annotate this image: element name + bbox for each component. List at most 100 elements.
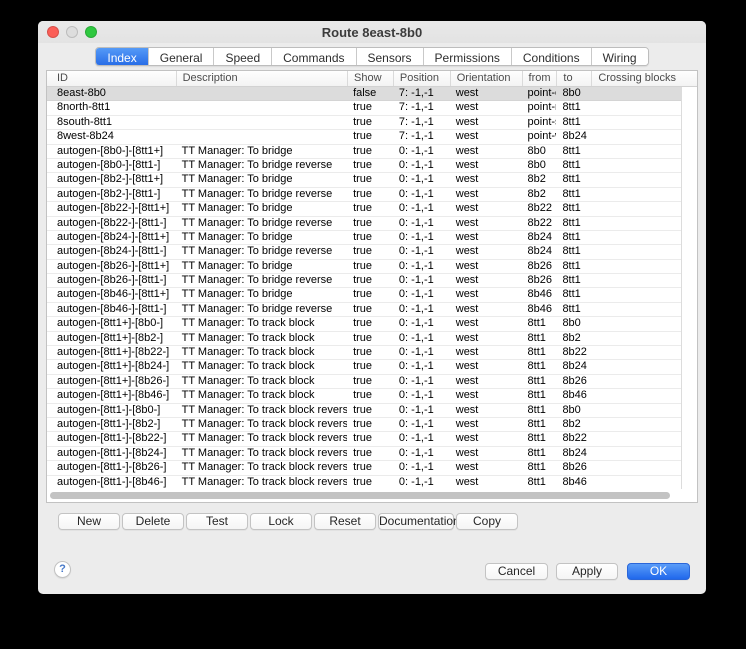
table-row[interactable]: 8north-8tt1true7: -1,-1westpoint-n8tt1 [47,101,697,115]
table-cell: true [347,476,393,489]
table-cell: 8tt1 [522,476,557,489]
table-cell: 0: -1,-1 [393,375,450,388]
table-row[interactable]: autogen-[8tt1+]-[8b22-]TT Manager: To tr… [47,346,697,360]
table-row[interactable]: autogen-[8b2-]-[8tt1-]TT Manager: To bri… [47,188,697,202]
table-row[interactable]: autogen-[8tt1-]-[8b0-]TT Manager: To tra… [47,404,697,418]
column-header-show[interactable]: Show [347,71,393,86]
table-cell: autogen-[8b24-]-[8tt1+] [47,231,176,244]
table-row[interactable]: autogen-[8b24-]-[8tt1+]TT Manager: To br… [47,231,697,245]
tab-conditions[interactable]: Conditions [511,48,591,66]
table-row[interactable]: 8west-8b24true7: -1,-1westpoint-w8b24 [47,130,697,144]
tab-wiring[interactable]: Wiring [591,48,648,66]
column-header-to[interactable]: to [556,71,591,86]
table-cell: west [450,202,522,215]
table-cell: west [450,288,522,301]
table-cell: autogen-[8b26-]-[8tt1+] [47,260,176,273]
table-row[interactable]: autogen-[8tt1-]-[8b2-]TT Manager: To tra… [47,418,697,432]
table-cell: 8b26 [522,274,557,287]
copy-button[interactable]: Copy [456,513,518,530]
table-cell: 8b0 [522,145,557,158]
tab-sensors[interactable]: Sensors [356,48,423,66]
table-cell: point-s [522,116,557,129]
table-row[interactable]: autogen-[8b0-]-[8tt1-]TT Manager: To bri… [47,159,697,173]
tab-permissions[interactable]: Permissions [423,48,511,66]
table-row[interactable]: autogen-[8tt1-]-[8b46-]TT Manager: To tr… [47,476,697,490]
table-cell: 8b24 [556,447,591,460]
table-cell: TT Manager: To bridge [176,288,347,301]
table-cell: autogen-[8tt1+]-[8b2-] [47,332,176,345]
table-row[interactable]: autogen-[8tt1-]-[8b26-]TT Manager: To tr… [47,461,697,475]
table-row[interactable]: autogen-[8b26-]-[8tt1-]TT Manager: To br… [47,274,697,288]
table-row[interactable]: 8east-8b0false7: -1,-1westpoint-e8b0 [47,87,697,101]
table-row[interactable]: autogen-[8tt1+]-[8b26-]TT Manager: To tr… [47,375,697,389]
table-row[interactable]: autogen-[8tt1+]-[8b2-]TT Manager: To tra… [47,332,697,346]
column-header-from[interactable]: from [522,71,557,86]
new-button[interactable]: New [58,513,120,530]
table-cell: 0: -1,-1 [393,231,450,244]
table-cell: autogen-[8b22-]-[8tt1-] [47,217,176,230]
table-cell: autogen-[8tt1-]-[8b0-] [47,404,176,417]
table-cell: 7: -1,-1 [393,130,450,143]
tab-speed[interactable]: Speed [213,48,271,66]
table-cell: TT Manager: To track block reverse [176,418,347,431]
table-cell: west [450,461,522,474]
horizontal-scrollbar-thumb[interactable] [50,492,670,499]
tab-general[interactable]: General [148,48,214,66]
column-header-id[interactable]: ID [47,71,176,86]
table-row[interactable]: autogen-[8b26-]-[8tt1+]TT Manager: To br… [47,260,697,274]
lock-button[interactable]: Lock [250,513,312,530]
apply-button[interactable]: Apply [556,563,618,580]
column-header-position[interactable]: Position [393,71,450,86]
table-cell: west [450,274,522,287]
ok-button[interactable]: OK [627,563,690,580]
table-cell: west [450,303,522,316]
table-row[interactable]: autogen-[8b24-]-[8tt1-]TT Manager: To br… [47,245,697,259]
table-cell: west [450,332,522,345]
cancel-button[interactable]: Cancel [485,563,548,580]
tab-commands[interactable]: Commands [271,48,355,66]
table-cell: true [347,404,393,417]
table-cell: 8tt1 [522,404,557,417]
tab-group: IndexGeneralSpeedCommandsSensorsPermissi… [95,47,648,66]
test-button[interactable]: Test [186,513,248,530]
vertical-scrollbar-track[interactable] [681,87,697,489]
table-row[interactable]: autogen-[8b46-]-[8tt1+]TT Manager: To br… [47,288,697,302]
column-header-orientation[interactable]: Orientation [450,71,522,86]
table-cell: autogen-[8tt1+]-[8b26-] [47,375,176,388]
table-cell: true [347,231,393,244]
table-row[interactable]: autogen-[8b22-]-[8tt1-]TT Manager: To br… [47,217,697,231]
table-row[interactable]: autogen-[8b0-]-[8tt1+]TT Manager: To bri… [47,145,697,159]
table-row[interactable]: autogen-[8tt1-]-[8b22-]TT Manager: To tr… [47,432,697,446]
delete-button[interactable]: Delete [122,513,184,530]
horizontal-scrollbar-track[interactable] [47,489,697,502]
table-cell: 0: -1,-1 [393,447,450,460]
table-row[interactable]: autogen-[8tt1-]-[8b24-]TT Manager: To tr… [47,447,697,461]
table-cell: true [347,461,393,474]
table-cell: 0: -1,-1 [393,303,450,316]
column-header-description[interactable]: Description [176,71,347,86]
table-cell: 0: -1,-1 [393,245,450,258]
table-cell: 8b24 [522,245,557,258]
table-cell: 0: -1,-1 [393,202,450,215]
table-cell: point-e [522,87,557,100]
table-row[interactable]: autogen-[8tt1+]-[8b24-]TT Manager: To tr… [47,360,697,374]
table-cell: 0: -1,-1 [393,159,450,172]
table-row[interactable]: 8south-8tt1true7: -1,-1westpoint-s8tt1 [47,116,697,130]
column-header-crossing-blocks[interactable]: Crossing blocks [591,71,697,86]
table-cell: west [450,231,522,244]
table-cell [176,130,347,143]
table-cell: autogen-[8b22-]-[8tt1+] [47,202,176,215]
tab-index[interactable]: Index [96,48,147,66]
documentation-button[interactable]: Documentation [378,513,454,530]
table-cell: 8north-8tt1 [47,101,176,114]
table-cell: true [347,145,393,158]
table-row[interactable]: autogen-[8tt1+]-[8b0-]TT Manager: To tra… [47,317,697,331]
table-row[interactable]: autogen-[8b22-]-[8tt1+]TT Manager: To br… [47,202,697,216]
tab-bar: IndexGeneralSpeedCommandsSensorsPermissi… [38,47,706,66]
table-row[interactable]: autogen-[8b46-]-[8tt1-]TT Manager: To br… [47,303,697,317]
table-row[interactable]: autogen-[8tt1+]-[8b46-]TT Manager: To tr… [47,389,697,403]
reset-button[interactable]: Reset [314,513,376,530]
table-row[interactable]: autogen-[8b2-]-[8tt1+]TT Manager: To bri… [47,173,697,187]
help-button[interactable]: ? [54,561,71,578]
table-cell: west [450,145,522,158]
